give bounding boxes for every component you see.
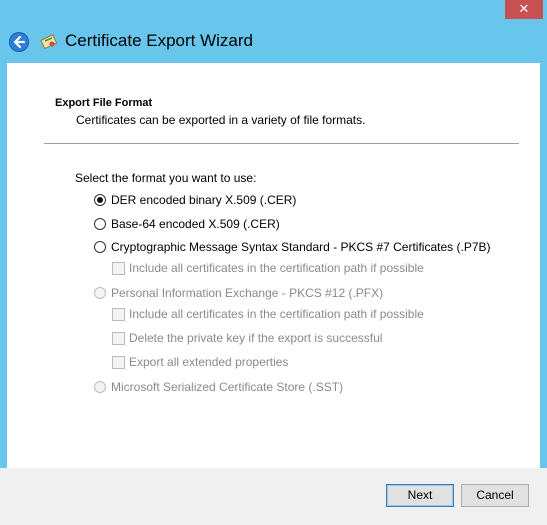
checkbox-pfx-include-all-box[interactable] — [112, 308, 125, 321]
header-separator — [44, 143, 519, 144]
option-label: Personal Information Exchange - PKCS #12… — [111, 286, 384, 300]
option-label: Include all certificates in the certific… — [129, 261, 424, 275]
radio-sst[interactable] — [94, 381, 106, 393]
section-title: Export File Format — [55, 97, 153, 109]
wizard-content: Export File Format Certificates can be e… — [7, 63, 540, 468]
format-prompt: Select the format you want to use: — [75, 171, 257, 185]
radio-der-cer[interactable] — [94, 194, 106, 206]
option-label: Export all extended properties — [129, 355, 289, 369]
section-description: Certificates can be exported in a variet… — [76, 113, 366, 127]
next-button[interactable]: Next — [386, 484, 454, 507]
checkbox-p7b-include-all-box[interactable] — [112, 262, 125, 275]
option-label: Include all certificates in the certific… — [129, 307, 424, 321]
checkbox-export-extended-properties-box[interactable] — [112, 356, 125, 369]
close-button[interactable]: ✕ — [505, 0, 543, 19]
certificate-icon — [40, 32, 58, 50]
option-label: DER encoded binary X.509 (.CER) — [111, 193, 297, 207]
radio-base64-cer[interactable] — [94, 218, 106, 230]
wizard-title-bar: Certificate Export Wizard — [0, 28, 547, 56]
option-label: Cryptographic Message Syntax Standard - … — [111, 240, 491, 254]
checkbox-delete-private-key-box[interactable] — [112, 332, 125, 345]
cancel-button[interactable]: Cancel — [461, 484, 529, 507]
back-arrow-icon[interactable] — [9, 32, 29, 52]
radio-pkcs7-p7b[interactable] — [94, 241, 106, 253]
wizard-title: Certificate Export Wizard — [65, 31, 253, 50]
radio-pkcs12-pfx[interactable] — [94, 287, 106, 299]
option-label: Delete the private key if the export is … — [129, 331, 383, 345]
option-label: Base-64 encoded X.509 (.CER) — [111, 217, 280, 231]
wizard-footer: Next Cancel — [0, 468, 547, 525]
close-icon: ✕ — [518, 1, 530, 16]
option-label: Microsoft Serialized Certificate Store (… — [111, 380, 344, 394]
